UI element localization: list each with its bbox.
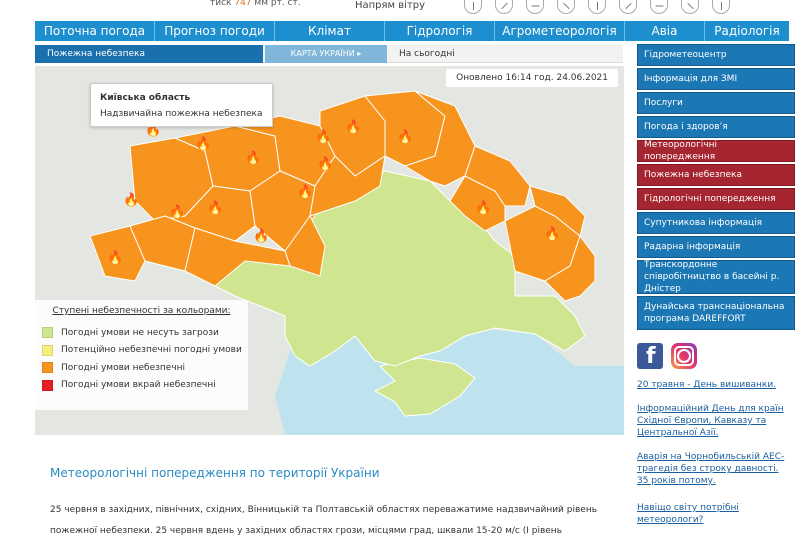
wind-direction-label: Напрям вітру (355, 0, 426, 11)
fire-icon: 🔥 (315, 129, 331, 145)
fire-icon: 🔥 (169, 204, 185, 220)
news-link[interactable]: Аварія на Чорнобильській АЕС-трагедія бе… (637, 451, 787, 487)
sidebar-item-fire-danger[interactable]: Пожежна небезпека (637, 164, 795, 186)
fire-icon: 🔥 (397, 129, 413, 145)
wind-w-icon[interactable] (650, 0, 668, 14)
tab-ukraine-map[interactable]: КАРТА УКРАЇНИ ▸ (265, 45, 387, 63)
sidebar-item-hydro-warnings[interactable]: Гідрологічні попередження (637, 188, 795, 210)
fire-icon: 🔥 (107, 250, 123, 266)
main-nav: Поточна погода Прогноз погоди Клімат Гід… (35, 21, 789, 41)
legend-swatch-yellow (42, 344, 53, 356)
nav-climate[interactable]: Клімат (275, 21, 385, 41)
fire-icon: 🔥 (207, 200, 223, 216)
legend-swatch-orange (42, 362, 53, 374)
sidebar-item-satellite[interactable]: Супутникова інформація (637, 212, 795, 234)
news-link[interactable]: Навіщо світу потрібні метеорологи? (637, 502, 787, 526)
nav-hydrology[interactable]: Гідрологія (385, 21, 495, 41)
warnings-text: 25 червня в західних, північних, східних… (50, 505, 598, 536)
pressure-unit: мм рт. ст. (254, 0, 301, 8)
legend-label: Погодні умови вкрай небезпечні (61, 380, 216, 391)
tab-today[interactable]: На сьогодні (399, 45, 455, 63)
legend-title: Ступені небезпечності за кольорами: (52, 306, 231, 316)
warnings-title: Метеорологічні попередження по території… (50, 466, 380, 480)
legend-item: Погодні умови небезпечні (41, 359, 242, 377)
sub-nav: Пожежна небезпека КАРТА УКРАЇНИ ▸ На сьо… (35, 45, 623, 63)
updated-timestamp: Оновлено 16:14 год. 24.06.2021 (446, 69, 618, 87)
fire-icon: 🔥 (317, 156, 333, 172)
fire-icon: 🔥 (123, 192, 139, 208)
legend-swatch-green (42, 327, 53, 339)
news-link[interactable]: 20 травня - День вишиванки. (637, 379, 787, 391)
sidebar-item-meteo-warnings[interactable]: Метеорологічні попередження (637, 140, 795, 162)
nav-radiology[interactable]: Радіологія (705, 21, 789, 41)
wind-s-icon[interactable] (588, 0, 606, 14)
wind-calm-icon[interactable] (712, 0, 730, 14)
pressure-value: 747 (234, 0, 252, 8)
wind-icons (464, 0, 730, 14)
fire-icon: 🔥 (245, 150, 261, 166)
sidebar-item-radar[interactable]: Радарна інформація (637, 236, 795, 258)
legend-item: Потенційно небезпечні погодні умови (41, 342, 242, 360)
legend-swatch-red (42, 379, 53, 391)
map-legend: Ступені небезпечності за кольорами: Пого… (35, 300, 248, 410)
fire-icon: 🔥 (297, 184, 313, 200)
nav-aviation[interactable]: Авіа (625, 21, 705, 41)
instagram-icon[interactable] (671, 343, 697, 369)
fire-icon: 🔥 (345, 119, 361, 135)
fire-icon: 🔥 (253, 228, 269, 244)
nav-current-weather[interactable]: Поточна погода (35, 21, 155, 41)
right-sidebar: Гідрометеоцентр Інформація для ЗМІ Послу… (637, 44, 795, 332)
nav-forecast[interactable]: Прогноз погоди (155, 21, 275, 41)
legend-label: Погодні умови небезпечні (61, 362, 186, 373)
social-links (637, 343, 697, 369)
tooltip-status: Надзвичайна пожежна небезпека (100, 109, 263, 119)
fire-icon: 🔥 (195, 136, 211, 152)
legend-label: Потенційно небезпечні погодні умови (61, 345, 242, 356)
region-tooltip: Київська область Надзвичайна пожежна неб… (90, 83, 273, 127)
sidebar-item-media-info[interactable]: Інформація для ЗМІ (637, 68, 795, 90)
sidebar-item-hydrometcenter[interactable]: Гідрометеоцентр (637, 44, 795, 66)
weather-summary-strip: тиск 747 мм рт. ст. Напрям вітру (30, 0, 800, 18)
wind-e-icon[interactable] (526, 0, 544, 14)
wind-n-icon[interactable] (464, 0, 482, 14)
nav-agrometeorology[interactable]: Агрометеорологія (495, 21, 625, 41)
legend-label: Погодні умови не несуть загрози (61, 327, 219, 338)
fire-icon: 🔥 (475, 200, 491, 216)
news-link[interactable]: Інформаційний День для країн Східної Євр… (637, 403, 787, 439)
wind-ne-icon[interactable] (495, 0, 513, 14)
tooltip-region-name: Київська область (100, 93, 191, 103)
wind-nw-icon[interactable] (681, 0, 699, 14)
sidebar-item-dniester[interactable]: Транскордонне співробітництво в басейні … (637, 260, 795, 294)
sidebar-item-weather-health[interactable]: Погода і здоров’я (637, 116, 795, 138)
tab-fire-danger[interactable]: Пожежна небезпека (35, 45, 263, 63)
sidebar-item-services[interactable]: Послуги (637, 92, 795, 114)
wind-sw-icon[interactable] (619, 0, 637, 14)
fire-danger-map: 🔥 🔥 🔥 🔥 🔥 🔥 🔥 🔥 🔥 🔥 🔥 🔥 🔥 🔥 🔥 Оновлено 1… (35, 66, 624, 435)
sidebar-item-dareffort[interactable]: Дунайська транснаціональна програма DARE… (637, 296, 795, 330)
legend-item: Погодні умови вкрай небезпечні (41, 377, 242, 395)
fire-icon: 🔥 (544, 226, 560, 242)
wind-se-icon[interactable] (557, 0, 575, 14)
pressure-label: тиск (210, 0, 232, 8)
legend-item: Погодні умови не несуть загрози (41, 324, 242, 342)
pressure-readout: тиск 747 мм рт. ст. (210, 0, 301, 8)
facebook-icon[interactable] (637, 343, 663, 369)
